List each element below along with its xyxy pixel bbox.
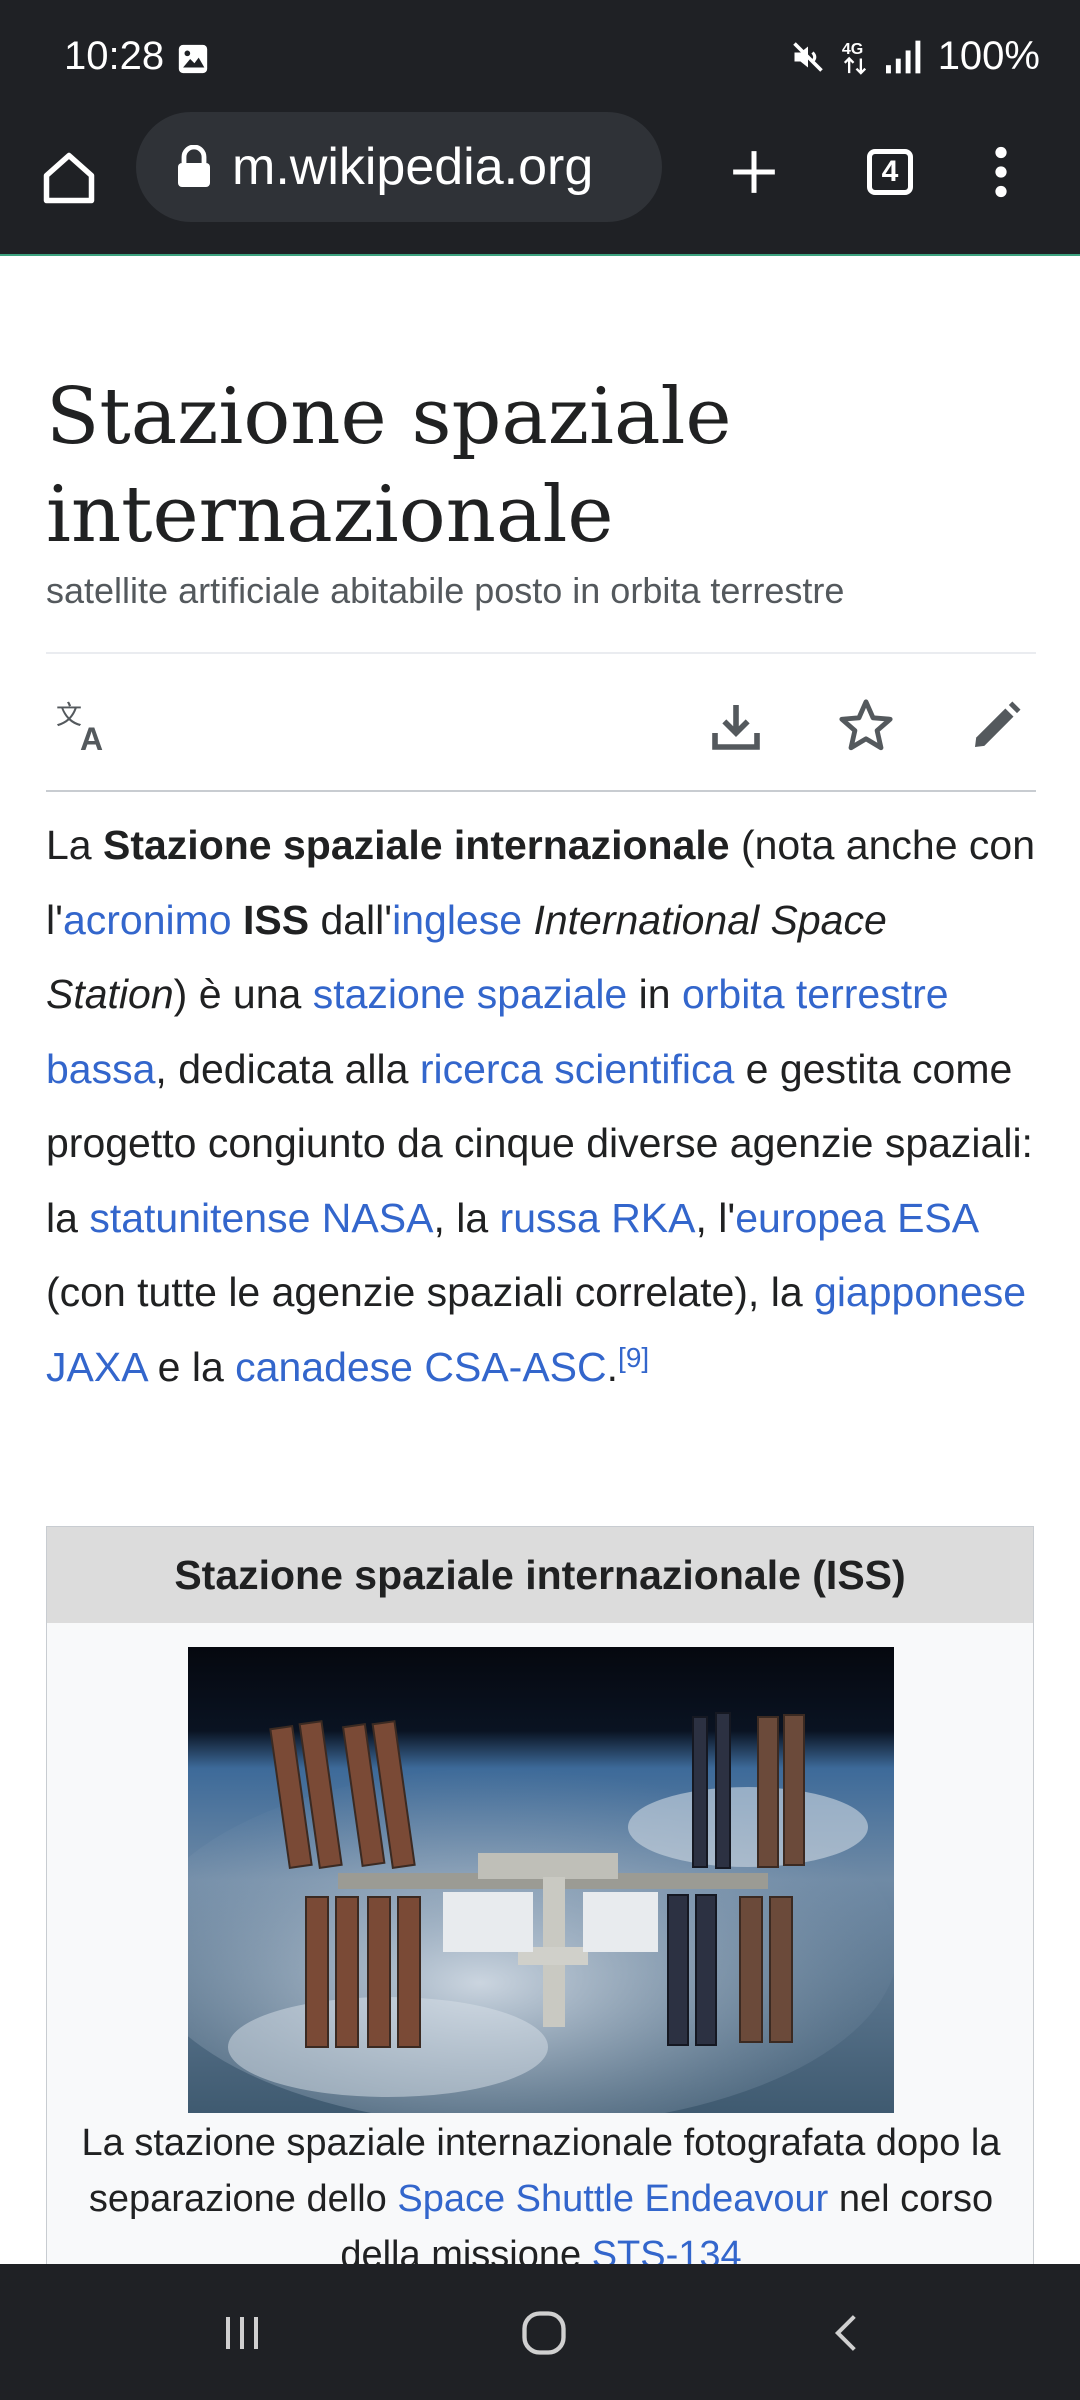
link-ricerca-scientifica[interactable]: ricerca scientifica — [420, 1046, 734, 1092]
url-text: m.wikipedia.org — [232, 138, 594, 196]
back-icon — [834, 2315, 856, 2351]
page-actions: 文 A — [46, 654, 1036, 790]
link-stazione-spaziale[interactable]: stazione spaziale — [313, 971, 628, 1017]
home-button[interactable] — [34, 136, 104, 220]
lock-icon — [178, 145, 210, 187]
page-title: Stazione spaziale internazionale — [46, 372, 732, 560]
infobox-title: Stazione spaziale internazionale (ISS) — [47, 1527, 1033, 1623]
svg-text:A: A — [80, 721, 103, 752]
text — [522, 897, 533, 943]
status-time: 10:28 — [64, 34, 165, 78]
download-icon — [712, 705, 760, 750]
text — [232, 897, 243, 943]
system-nav-bar — [0, 2264, 1080, 2400]
signal-icon — [885, 40, 921, 73]
mute-icon — [792, 41, 823, 72]
tabs-icon: 4 — [867, 149, 913, 195]
home-nav-button[interactable] — [509, 2298, 579, 2368]
article-content: Stazione spaziale internazionale satelli… — [46, 256, 1036, 1445]
link-nasa[interactable]: statunitense NASA — [89, 1195, 433, 1241]
battery-level: 100% — [937, 34, 1040, 78]
translate-icon: 文 A — [56, 701, 103, 752]
tab-count: 4 — [881, 155, 899, 188]
overflow-menu-icon — [995, 146, 1007, 198]
text: La — [46, 822, 103, 868]
text: , dedicata alla — [155, 1045, 420, 1092]
edit-button[interactable] — [964, 694, 1028, 758]
new-tab-button[interactable] — [718, 136, 790, 208]
text: , la — [433, 1194, 500, 1241]
back-nav-button[interactable] — [812, 2298, 882, 2368]
status-bar: 10:28 4G 100% — [0, 0, 1080, 110]
divider — [46, 790, 1036, 792]
browser-toolbar: m.wikipedia.org 4 — [0, 110, 1080, 250]
link-endeavour[interactable]: Space Shuttle Endeavour — [397, 2178, 828, 2220]
text: . — [606, 1343, 619, 1390]
text: dall' — [309, 896, 393, 943]
text: (con tutte le agenzie spaziali correlate… — [46, 1269, 815, 1315]
text: e la — [146, 1343, 236, 1390]
status-indicators: 4G 100% — [790, 34, 1040, 79]
gallery-icon — [178, 44, 208, 74]
reference-link[interactable]: [9] — [618, 1342, 649, 1373]
overflow-menu-button[interactable] — [968, 136, 1034, 208]
svg-text:4G: 4G — [842, 40, 863, 58]
home-circle-icon — [522, 2311, 566, 2355]
bold-iss: ISS — [242, 896, 310, 943]
intro-paragraph: La Stazione spaziale internazionale (not… — [46, 808, 1036, 1404]
text: , l' — [695, 1194, 736, 1241]
link-esa[interactable]: europea ESA — [735, 1195, 977, 1241]
edit-icon — [975, 701, 1021, 747]
home-icon — [43, 152, 95, 204]
address-bar[interactable]: m.wikipedia.org — [136, 112, 662, 222]
infobox-caption: La stazione spaziale internazionale foto… — [47, 2115, 1035, 2283]
recent-apps-button[interactable] — [207, 2298, 277, 2368]
text: in — [627, 971, 682, 1017]
iss-photo[interactable] — [188, 1647, 894, 2113]
page-subtitle: satellite artificiale abitabile posto in… — [46, 570, 845, 611]
language-button[interactable]: 文 A — [54, 694, 118, 758]
watch-button[interactable] — [834, 694, 898, 758]
link-rka[interactable]: russa RKA — [500, 1195, 696, 1241]
recent-apps-icon — [226, 2317, 258, 2349]
svg-text:文: 文 — [56, 701, 82, 731]
link-inglese[interactable]: inglese — [392, 897, 522, 943]
link-acronimo[interactable]: acronimo — [63, 897, 232, 943]
4g-icon: 4G — [842, 40, 866, 75]
bold-title: Stazione spaziale internazionale — [103, 822, 730, 868]
infobox: Stazione spaziale internazionale (ISS) L… — [46, 1526, 1034, 2276]
iss-photo-illustration — [188, 1647, 894, 2113]
text: ) è una — [173, 971, 313, 1017]
star-icon — [839, 699, 893, 751]
plus-icon — [733, 151, 775, 193]
tab-switcher-button[interactable]: 4 — [854, 138, 926, 206]
download-button[interactable] — [704, 694, 768, 758]
link-csa-asc[interactable]: canadese CSA-ASC — [235, 1344, 606, 1390]
